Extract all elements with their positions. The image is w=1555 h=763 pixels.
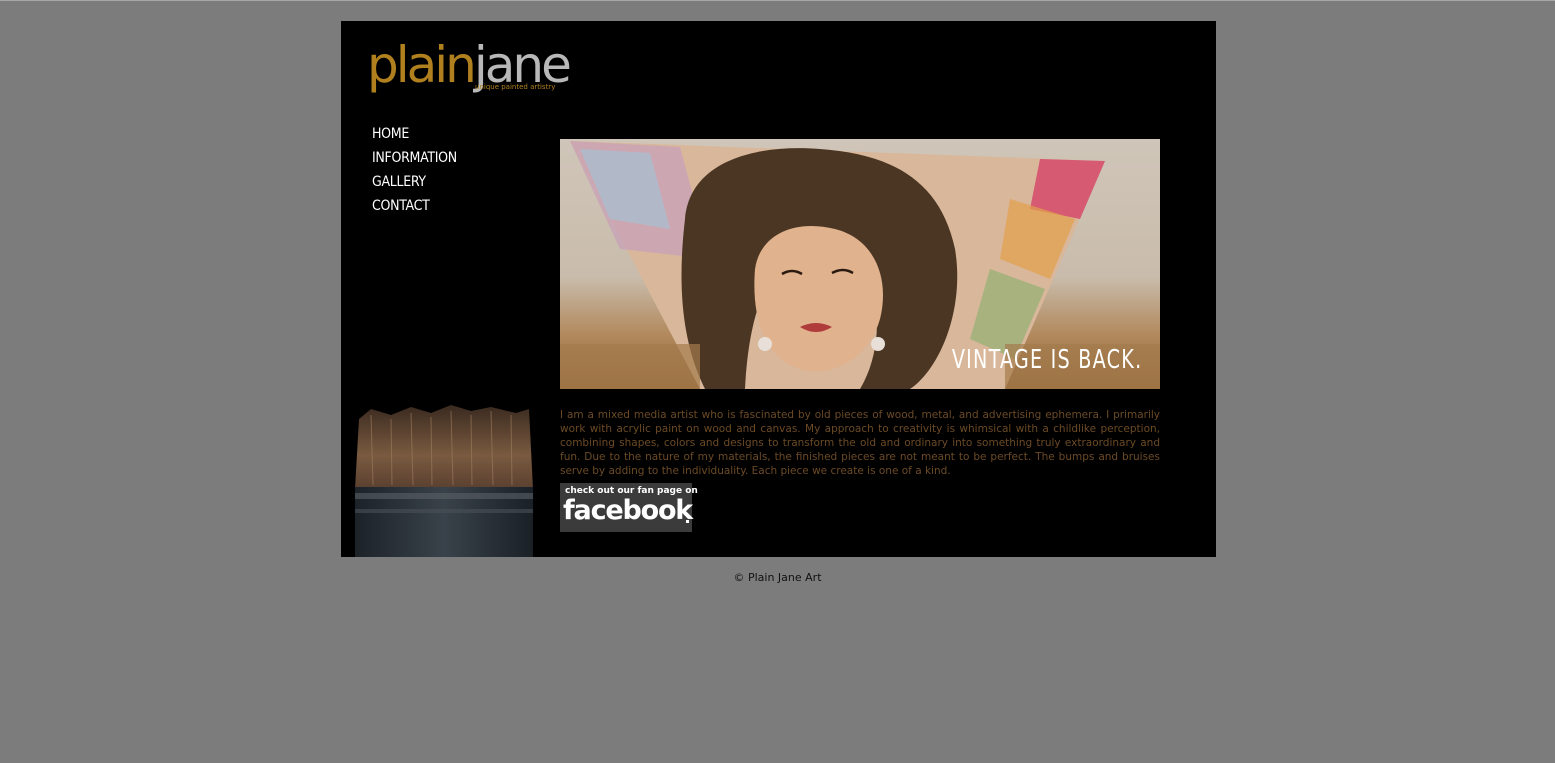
top-border <box>0 0 1555 1</box>
facebook-fan-page-button[interactable]: check out our fan page on facebook <box>560 483 698 532</box>
nav-link-gallery[interactable]: GALLERY <box>372 174 426 190</box>
nav-item-information: INFORMATION <box>372 147 457 171</box>
hero-caption: VINTAGE IS BACK. <box>951 345 1142 375</box>
hero-image: VINTAGE IS BACK. <box>560 139 1160 389</box>
intro-paragraph: I am a mixed media artist who is fascina… <box>560 409 1160 477</box>
facebook-badge-dot <box>686 520 689 523</box>
paintbrush-image <box>355 405 533 557</box>
site-logo[interactable]: plainjane unique painted artistry <box>367 35 572 105</box>
nav-link-contact[interactable]: CONTACT <box>372 198 430 214</box>
page-container: plainjane unique painted artistry HOME I… <box>341 21 1216 557</box>
main-nav: HOME INFORMATION GALLERY CONTACT <box>372 123 457 219</box>
nav-link-home[interactable]: HOME <box>372 126 409 142</box>
logo-plain-text: plain <box>367 36 477 94</box>
facebook-badge-wordmark: facebook <box>563 495 693 526</box>
nav-link-information[interactable]: INFORMATION <box>372 150 457 166</box>
footer-copyright: © Plain Jane Art <box>733 571 822 584</box>
logo-tagline: unique painted artistry <box>475 83 556 91</box>
nav-item-home: HOME <box>372 123 457 147</box>
nav-item-gallery: GALLERY <box>372 171 457 195</box>
nav-item-contact: CONTACT <box>372 195 457 219</box>
